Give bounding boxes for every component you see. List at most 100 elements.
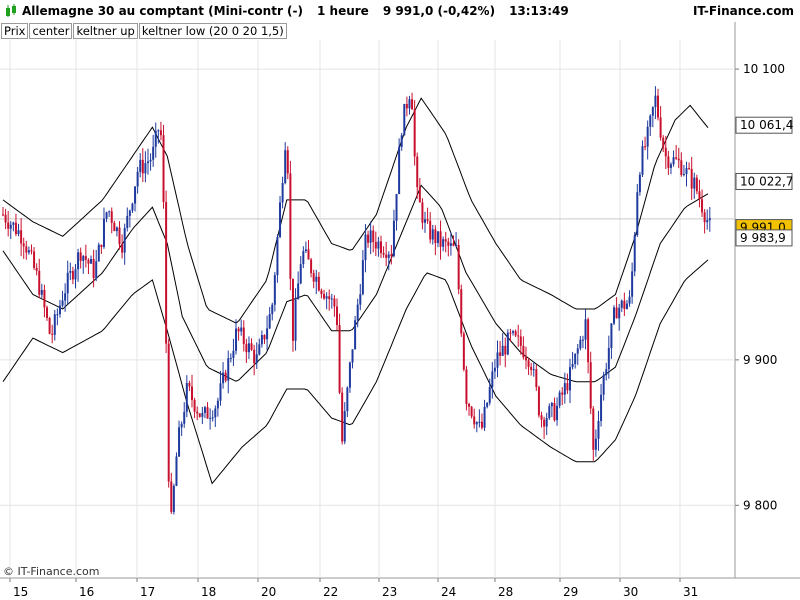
candlestick-logo-icon <box>4 4 18 18</box>
candle-body <box>92 258 95 279</box>
candle-body <box>416 156 419 188</box>
candle-body <box>7 222 10 229</box>
candle-body <box>82 256 85 261</box>
candle-body <box>27 250 30 253</box>
candle-body <box>266 328 269 340</box>
candle-body <box>473 416 476 425</box>
candle-body <box>22 243 25 247</box>
quote-label: 9 991,0 (-0,42%) <box>382 4 496 18</box>
candle-body <box>527 360 530 367</box>
candle-body <box>222 372 225 384</box>
candle-body <box>457 244 460 290</box>
candle-body <box>706 220 709 223</box>
candle-body <box>281 183 284 203</box>
candle-body <box>335 306 338 326</box>
candle-body <box>61 300 64 306</box>
candle-body <box>708 218 711 221</box>
candle-body <box>615 307 618 319</box>
candle-body <box>540 415 543 420</box>
candle-body <box>491 371 494 388</box>
candle-body <box>165 202 168 344</box>
candle-body <box>517 335 520 337</box>
candle-body <box>418 187 421 203</box>
candle-body <box>235 328 238 351</box>
candle-body <box>475 422 478 425</box>
candle-body <box>434 229 437 244</box>
candle-body <box>203 407 206 413</box>
brand-label: IT-Finance.com <box>692 4 794 18</box>
candle-body <box>452 243 455 246</box>
candle-body <box>369 230 372 243</box>
candle-body <box>600 394 603 422</box>
candle-body <box>351 349 354 363</box>
candle-body <box>468 403 471 407</box>
candle-body <box>56 314 59 316</box>
candle-body <box>128 210 131 216</box>
candle-body <box>144 163 147 174</box>
candle-body <box>403 104 406 136</box>
candle-body <box>87 259 90 264</box>
candle-body <box>493 367 496 372</box>
candle-body <box>154 130 157 147</box>
legend-item-keltner-low[interactable]: keltner low (20 0 20 1,5) <box>138 23 287 39</box>
candle-body <box>589 362 592 409</box>
x-tick-label: 23 <box>382 585 397 599</box>
candle-body <box>636 192 639 236</box>
candle-body <box>545 418 548 427</box>
candle-body <box>268 314 271 329</box>
candle-body <box>219 383 222 401</box>
candle-body <box>118 227 121 245</box>
candle-body <box>178 427 181 457</box>
candle-body <box>110 211 113 223</box>
candle-body <box>524 357 527 361</box>
candle-body <box>695 177 698 192</box>
candle-body <box>460 289 463 334</box>
candle-body <box>341 392 344 442</box>
candle-body <box>543 419 546 427</box>
candle-body <box>66 272 69 294</box>
candle-body <box>631 271 634 297</box>
candle-body <box>136 171 139 187</box>
candle-body <box>157 130 160 132</box>
candle-body <box>568 367 571 391</box>
candle-body <box>613 307 616 324</box>
candle-body <box>38 270 41 295</box>
candle-body <box>214 408 217 418</box>
candle-body <box>395 194 398 221</box>
legend-item-keltner-up[interactable]: keltner up <box>73 23 138 39</box>
candle-body <box>159 130 162 136</box>
candle-body <box>180 423 183 428</box>
candle-body <box>30 250 33 252</box>
candle-body <box>299 264 302 284</box>
candle-body <box>175 456 178 486</box>
candle-body <box>263 335 266 340</box>
candle-body <box>594 438 597 450</box>
x-tick-label: 20 <box>261 585 276 599</box>
candle-body <box>51 333 54 335</box>
candle-body <box>167 343 170 482</box>
candle-body <box>382 253 385 255</box>
candle-body <box>2 214 4 216</box>
candle-body <box>9 224 12 229</box>
candle-body <box>662 137 665 148</box>
candle-body <box>354 320 357 350</box>
candle-body <box>633 235 636 272</box>
candle-body <box>659 117 662 138</box>
candle-body <box>486 402 489 407</box>
candle-body <box>530 366 533 370</box>
candle-body <box>4 214 7 223</box>
candle-body <box>323 294 326 299</box>
candle-body <box>623 300 626 309</box>
candle-body <box>535 369 538 388</box>
candle-body <box>79 252 82 261</box>
legend-item-prix[interactable]: Prix <box>1 23 29 39</box>
legend-item-center[interactable]: center <box>29 23 73 39</box>
candle-body <box>271 304 274 315</box>
candle-body <box>436 231 439 244</box>
candle-body <box>279 202 282 238</box>
candle-body <box>346 387 349 412</box>
candle-body <box>58 305 61 315</box>
candle-body <box>102 218 105 247</box>
candle-body <box>255 354 258 364</box>
x-tick-label: 24 <box>441 585 456 599</box>
